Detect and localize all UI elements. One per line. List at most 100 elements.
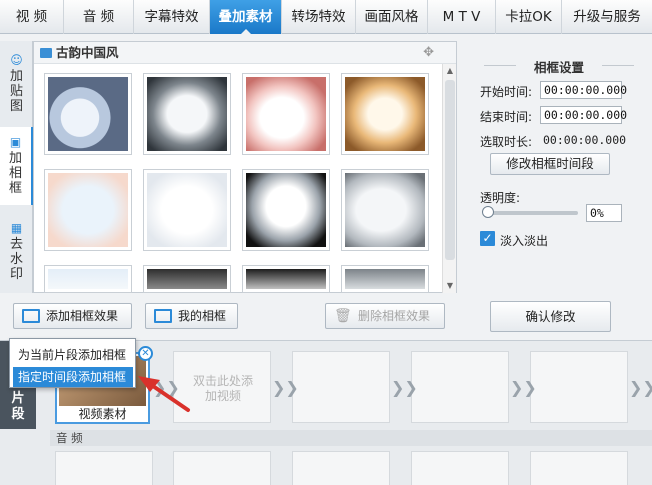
clip-slot[interactable] [530, 351, 628, 423]
chevron-right-icon: ❯❯ [153, 378, 180, 397]
empty-slot-hint: 双击此处添加视频 [192, 374, 253, 403]
frame-thumb-image [345, 173, 425, 247]
frame-thumb-11[interactable] [242, 265, 330, 293]
frame-thumb-1[interactable] [44, 73, 132, 155]
frame-thumb-image [246, 77, 326, 151]
frame-thumb-image [246, 173, 326, 247]
frame-icon: ▣ [9, 135, 22, 149]
opacity-field[interactable]: 0% [586, 204, 622, 222]
left-tab-column: ☺ 加贴图 ▣ 加相框 ▦ 去水印 [0, 41, 33, 293]
scroll-down-icon[interactable]: ▼ [443, 279, 457, 293]
chevron-right-icon: ❯❯ [391, 378, 418, 397]
duration-value: 00:00:00.000 [543, 133, 627, 147]
my-frames-button[interactable]: 我的相框 [145, 303, 238, 329]
opacity-label: 透明度: [480, 191, 521, 205]
audio-slot[interactable] [530, 451, 628, 485]
tab-karaoke[interactable]: 卡拉OK [496, 0, 562, 34]
empty-clip-slot[interactable]: 双击此处添加视频 [173, 351, 271, 423]
frame-thumb-12[interactable] [341, 265, 429, 293]
tab-subtitle-effects[interactable]: 字幕特效 [134, 0, 210, 34]
fade-checkbox[interactable]: ✓ [480, 231, 495, 246]
frame-thumb-image [147, 77, 227, 151]
left-tab-sticker-label: 加贴图 [9, 69, 23, 114]
start-time-label: 开始时间: [480, 85, 533, 99]
frame-thumb-10[interactable] [143, 265, 231, 293]
audio-track-header: 音 频 [50, 430, 652, 446]
modify-segment-button[interactable]: 修改相框时间段 [490, 153, 610, 175]
opacity-slider[interactable] [482, 206, 578, 218]
panel-title: 古韵中国风 [56, 45, 119, 60]
frame-thumb-image [147, 269, 227, 289]
add-frame-icon [22, 309, 40, 323]
menu-item-add-current-segment[interactable]: 为当前片段添加相框 [13, 345, 133, 365]
chevron-right-icon: ❯❯ [272, 378, 299, 397]
tab-transition-effects[interactable]: 转场特效 [282, 0, 356, 34]
folder-icon [40, 48, 52, 58]
tab-overlay-material[interactable]: 叠加素材 [210, 0, 282, 35]
left-tab-sticker[interactable]: ☺ 加贴图 [0, 49, 33, 119]
frame-thumb-3[interactable] [242, 73, 330, 155]
audio-slot[interactable] [292, 451, 390, 485]
chevron-right-icon: ❯❯ [629, 378, 652, 397]
add-frame-effect-label: 添加相框效果 [46, 309, 119, 323]
left-tab-watermark-label: 去水印 [9, 237, 23, 282]
frames-stack-icon [154, 309, 172, 323]
frame-thumb-image [246, 269, 326, 289]
audio-track-label: 音 频 [56, 431, 83, 445]
frame-material-panel: 古韵中国风 ✥ ▲ ▼ [33, 41, 457, 293]
frame-settings-panel: 相框设置 开始时间: 00:00:00.000 结束时间: 00:00:00.0… [466, 41, 652, 339]
tab-mtv[interactable]: M T V [428, 0, 496, 34]
panel-header: 古韵中国风 ✥ [34, 42, 456, 64]
clip-slot[interactable] [292, 351, 390, 423]
clip-caption: 视频素材 [57, 406, 148, 422]
add-frame-menu: 为当前片段添加相框 指定时间段添加相框 [9, 338, 136, 388]
frame-thumb-image [147, 173, 227, 247]
opacity-slider-knob[interactable] [482, 206, 494, 218]
tab-picture-style[interactable]: 画面风格 [356, 0, 428, 34]
start-time-field[interactable]: 00:00:00.000 [540, 81, 627, 99]
confirm-modify-button[interactable]: 确认修改 [490, 301, 611, 332]
delete-frame-effect-button[interactable]: 🗑 删除相框效果 [325, 303, 445, 329]
frame-thumb-image [48, 269, 128, 289]
frame-thumb-5[interactable] [44, 169, 132, 251]
left-tab-frame[interactable]: ▣ 加相框 [0, 127, 33, 205]
audio-slot[interactable] [55, 451, 153, 485]
frame-thumb-4[interactable] [341, 73, 429, 155]
delete-frame-effect-label: 删除相框效果 [358, 309, 431, 323]
frame-thumb-7[interactable] [242, 169, 330, 251]
settings-title: 相框设置 [466, 57, 652, 76]
segment-side-label: 片段 [11, 391, 25, 422]
panel-scrollbar[interactable]: ▲ ▼ [442, 64, 456, 293]
frame-thumb-image [48, 173, 128, 247]
my-frames-label: 我的相框 [178, 309, 227, 323]
end-time-label: 结束时间: [480, 110, 533, 124]
fade-label: 淡入淡出 [500, 234, 549, 248]
chevron-right-icon: ❯❯ [510, 378, 537, 397]
frame-thumb-9[interactable] [44, 265, 132, 293]
add-frame-effect-button[interactable]: 添加相框效果 [13, 303, 132, 329]
watermark-icon: ▦ [10, 221, 23, 235]
audio-slot[interactable] [173, 451, 271, 485]
main-tab-bar: 视 频 音 频 字幕特效 叠加素材 转场特效 画面风格 M T V 卡拉OK 升… [0, 0, 652, 35]
duration-label: 选取时长: [480, 135, 533, 149]
move-icon[interactable]: ✥ [423, 42, 434, 64]
scroll-up-icon[interactable]: ▲ [443, 64, 457, 78]
frame-thumb-2[interactable] [143, 73, 231, 155]
tab-audio[interactable]: 音 频 [64, 0, 134, 34]
clip-slot[interactable] [411, 351, 509, 423]
tab-video[interactable]: 视 频 [0, 0, 64, 34]
frame-thumb-8[interactable] [341, 169, 429, 251]
audio-slot[interactable] [411, 451, 509, 485]
frame-thumb-image [48, 77, 128, 151]
end-time-field[interactable]: 00:00:00.000 [540, 106, 627, 124]
sticker-icon: ☺ [10, 53, 23, 67]
tab-upgrade-service[interactable]: 升级与服务 [562, 0, 652, 34]
scroll-thumb[interactable] [445, 80, 455, 260]
frame-thumb-image [345, 269, 425, 289]
trash-icon: 🗑 [334, 308, 352, 324]
left-tab-watermark[interactable]: ▦ 去水印 [0, 217, 33, 289]
menu-item-add-time-range[interactable]: 指定时间段添加相框 [13, 367, 133, 387]
left-tab-frame-label: 加相框 [8, 151, 22, 196]
close-icon[interactable]: ✕ [138, 346, 153, 361]
frame-thumb-6[interactable] [143, 169, 231, 251]
